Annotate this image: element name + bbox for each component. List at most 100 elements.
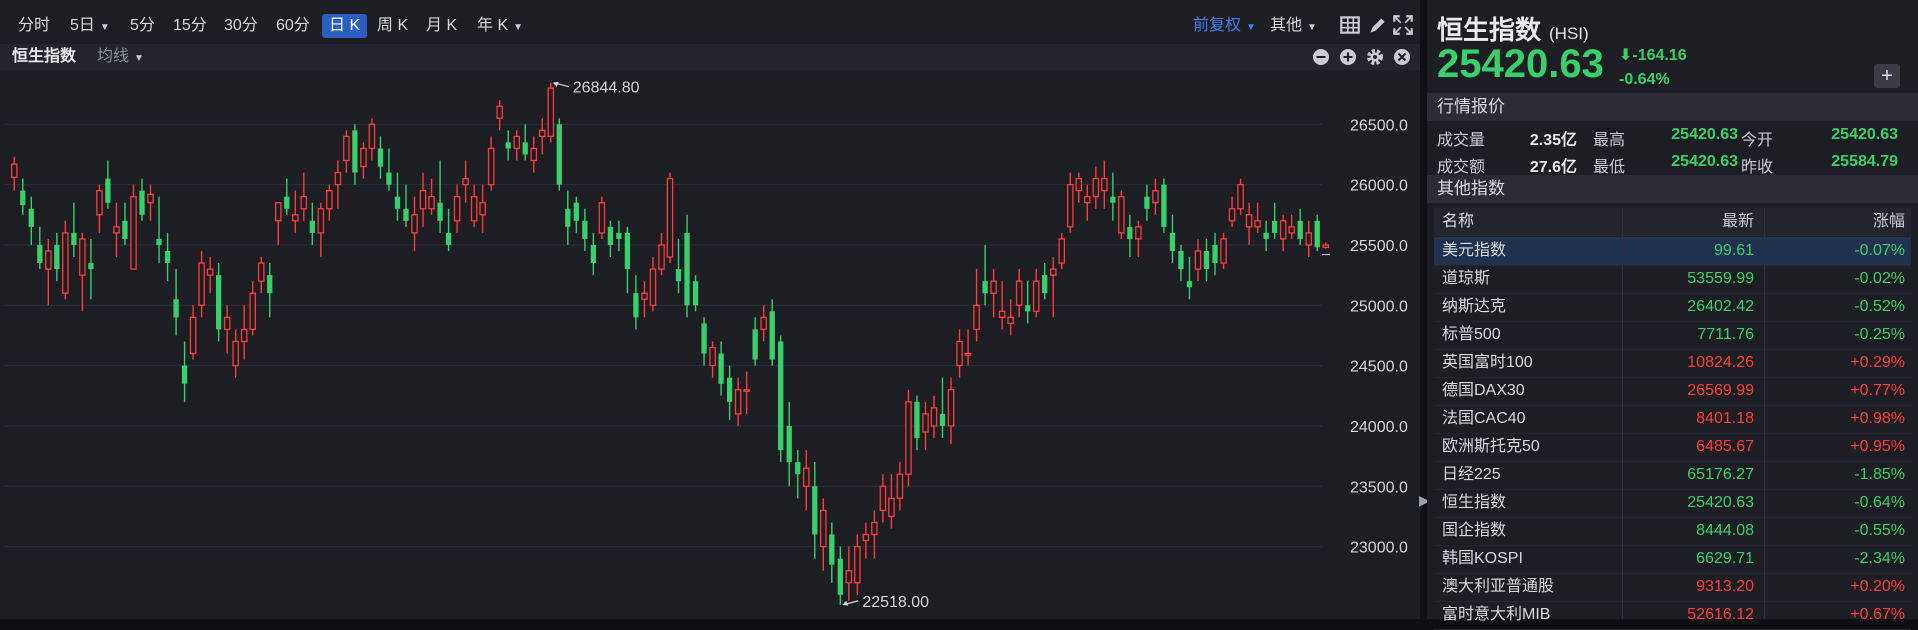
stat-value: 2.35亿	[1529, 132, 1577, 149]
candle-body	[896, 473, 904, 499]
candle-body	[1288, 226, 1295, 234]
y-tick-label: 23000.0	[1350, 540, 1408, 557]
candle-body	[130, 196, 137, 270]
period-tab-4[interactable]: 30分	[224, 14, 258, 38]
row-price: 10824.26	[1687, 354, 1754, 371]
candle-body	[343, 135, 350, 162]
candle-body	[513, 135, 520, 150]
period-tab-3[interactable]: 15分	[173, 14, 207, 38]
zoom-out-icon[interactable]	[1312, 48, 1330, 66]
settings-icon[interactable]	[1366, 48, 1384, 66]
row-change: -0.64%	[1854, 494, 1905, 511]
candle-body	[437, 202, 443, 221]
candle-body	[930, 407, 938, 427]
table-row[interactable]: 恒生指数 25420.63 -0.64%	[1434, 489, 1911, 518]
row-price: 8401.18	[1696, 410, 1754, 427]
candle-body	[173, 299, 179, 318]
other-dropdown[interactable]: 其他 ▼	[1270, 14, 1317, 38]
candle-body	[403, 208, 409, 221]
period-tab-6[interactable]: 日 K	[322, 14, 368, 38]
table-row[interactable]: 美元指数 99.61 -0.07%	[1434, 237, 1911, 266]
table-row[interactable]: 纳斯达克 26402.42 -0.52%	[1434, 293, 1911, 322]
period-tab-7[interactable]: 周 K	[377, 14, 408, 38]
table-row[interactable]: 法国CAC40 8401.18 +0.98%	[1434, 405, 1911, 434]
candle-body	[1228, 208, 1236, 222]
candle-body	[326, 190, 333, 210]
candle-body	[633, 293, 639, 318]
table-row[interactable]: 韩国KOSPI 6629.71 -2.34%	[1434, 545, 1911, 574]
candle-body	[1161, 184, 1167, 227]
candle-body	[139, 190, 145, 215]
candle-body	[726, 377, 733, 402]
adjust-label: 前复权	[1193, 17, 1242, 34]
candle-body	[113, 226, 120, 234]
period-tab-label: 15分	[173, 17, 207, 34]
period-tab-0[interactable]: 分时	[18, 14, 50, 38]
candle-body	[1118, 196, 1125, 234]
period-tab-9[interactable]: 年 K ▼	[477, 14, 523, 38]
table-row[interactable]: 日经225 65176.27 -1.85%	[1434, 461, 1911, 490]
period-tab-label: 年 K	[477, 17, 509, 34]
candle-body	[267, 275, 273, 294]
period-tab-label: 月 K	[426, 17, 458, 34]
candle-body	[973, 304, 980, 331]
period-tab-2[interactable]: 5分	[130, 14, 155, 38]
row-change: -0.52%	[1854, 298, 1905, 315]
candle-body	[598, 202, 606, 234]
candle-body	[1220, 238, 1227, 264]
candle-body	[1272, 220, 1278, 233]
candle-body	[240, 328, 248, 343]
candlestick-chart[interactable]: 26500.0 26000.0 25500.0 25000.0 24500.0 24000…	[0, 70, 1420, 619]
header-price: 最新	[1721, 213, 1754, 230]
candle-body	[479, 202, 486, 216]
y-tick-label: 26000.0	[1350, 178, 1408, 195]
add-button[interactable]: +	[1874, 64, 1900, 88]
candle-body	[1049, 268, 1057, 276]
stat-value: 27.6亿	[1529, 159, 1577, 176]
candle-body	[37, 244, 43, 264]
pen-icon[interactable]	[1365, 13, 1389, 37]
candle-body	[538, 129, 546, 138]
row-price: 53559.99	[1687, 270, 1754, 287]
candle-body	[802, 467, 810, 487]
table-row[interactable]: 富时意大利MIB 52616.12 +0.67%	[1434, 601, 1911, 630]
period-tab-1[interactable]: 5日 ▼	[70, 14, 110, 38]
chart-subtoolbar: 恒生指数 均线 ▼	[0, 44, 1420, 70]
grid-icon[interactable]	[1338, 13, 1362, 37]
candle-body	[122, 220, 128, 239]
close-icon[interactable]	[1393, 48, 1411, 66]
table-row[interactable]: 英国富时100 10824.26 +0.29%	[1434, 349, 1911, 378]
candle-body	[956, 340, 963, 367]
table-row[interactable]: 道琼斯 53559.99 -0.02%	[1434, 265, 1911, 294]
candle-body	[573, 202, 579, 221]
candle-body	[1203, 250, 1210, 270]
candle-body	[1066, 183, 1074, 228]
fullscreen-icon[interactable]	[1391, 13, 1415, 37]
chevron-down-icon: ▼	[99, 22, 110, 33]
candle-body	[181, 365, 188, 384]
table-row[interactable]: 国企指数 8444.08 -0.55%	[1434, 517, 1911, 546]
period-tab-5[interactable]: 60分	[276, 14, 310, 38]
period-tab-8[interactable]: 月 K	[426, 14, 457, 38]
candle-body	[453, 196, 461, 222]
row-name: 英国富时100	[1442, 354, 1533, 371]
zoom-in-icon[interactable]	[1339, 48, 1357, 66]
adjust-dropdown[interactable]: 前复权 ▼	[1193, 14, 1256, 38]
table-row[interactable]: 标普500 7711.76 -0.25%	[1434, 321, 1911, 350]
stat-label: 最低	[1593, 159, 1626, 176]
ma-dropdown[interactable]: 均线 ▼	[97, 46, 144, 70]
candle-body	[249, 292, 256, 331]
candle-body	[547, 87, 555, 138]
row-price: 9313.20	[1696, 578, 1754, 595]
candle-body	[709, 346, 716, 367]
row-change: -0.07%	[1854, 242, 1905, 259]
table-row[interactable]: 欧洲斯托克50 6485.67 +0.95%	[1434, 433, 1911, 462]
table-row[interactable]: 德国DAX30 26569.99 +0.77%	[1434, 377, 1911, 406]
period-tab-label: 30分	[224, 17, 258, 34]
row-price: 99.61	[1713, 242, 1754, 259]
candle-body	[45, 250, 52, 270]
candle-body	[198, 262, 205, 306]
market-quote-header: 行情报价	[1427, 93, 1918, 121]
y-tick-label: 24000.0	[1350, 419, 1408, 436]
table-row[interactable]: 澳大利亚普通股 9313.20 +0.20%	[1434, 573, 1911, 602]
